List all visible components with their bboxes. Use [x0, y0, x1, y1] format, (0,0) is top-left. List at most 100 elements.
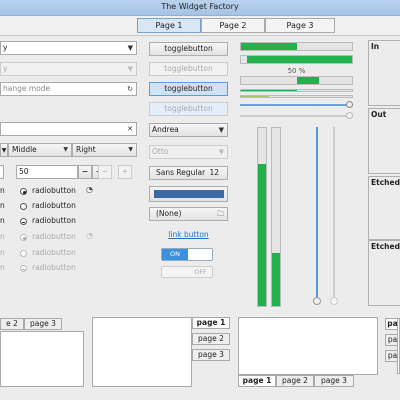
file-chooser-button[interactable]: (None) 🗀 — [149, 207, 228, 221]
frame-etched-out-label: Etched c — [371, 242, 400, 251]
combo-box-2: y ▼ — [0, 62, 137, 76]
scale-vertical-2-handle — [330, 297, 338, 305]
chevron-down-icon: ▼ — [127, 65, 133, 73]
progress-bar-2 — [240, 55, 353, 64]
radio-row: n radiobutton — [0, 248, 137, 260]
radio-button-label: radiobutton — [32, 186, 76, 195]
spin-decrement-button[interactable]: − — [78, 165, 92, 179]
radio-button[interactable] — [20, 218, 27, 225]
togglebutton-1[interactable]: togglebutton — [149, 42, 228, 56]
level-bar-2 — [240, 95, 353, 98]
togglebutton-4: togglebutton — [149, 102, 228, 116]
tab-page-1[interactable]: Page 1 — [137, 18, 201, 33]
level-bar-2-fill — [241, 96, 269, 97]
scale-vertical-1[interactable] — [316, 127, 318, 302]
align-right-button[interactable]: Right ▼ — [72, 143, 137, 157]
combo-box-1-value: y — [3, 43, 8, 52]
spin-value: 50 — [19, 167, 29, 176]
scale-vertical-2 — [333, 127, 335, 302]
radio-row[interactable]: n radiobutton ◔ — [0, 185, 137, 198]
window-title: The Widget Factory — [161, 2, 239, 11]
search-entry[interactable]: ✕ — [0, 122, 137, 136]
progress-bar-3 — [240, 76, 353, 85]
color-button[interactable] — [149, 186, 228, 202]
link-button[interactable]: link button — [149, 230, 228, 239]
radio-button-label: radiobutton — [32, 216, 76, 225]
chevron-down-icon: ▼ — [1, 147, 7, 154]
radio-button-label: radiobutton — [32, 263, 76, 272]
folder-icon: 🗀 — [217, 210, 224, 218]
combo-andrea[interactable]: Andrea ▼ — [149, 123, 228, 137]
radio-row: n radiobutton — [0, 263, 137, 275]
spinner-icon: ◔ — [86, 185, 93, 194]
entry-field[interactable]: hange mode ↻ — [0, 82, 137, 96]
radio-fragment-label: n — [0, 216, 5, 225]
notebook-1-tab-2[interactable]: e 2 — [0, 318, 24, 330]
tab-page-3[interactable]: Page 3 — [265, 18, 335, 33]
level-bar-1-fill — [241, 90, 297, 91]
notebook-3-tab-2[interactable]: page 2 — [276, 375, 314, 387]
frame-etched-in-label: Etched i — [371, 178, 400, 187]
align-middle-button[interactable]: Middle ▼ — [8, 143, 72, 157]
chevron-down-icon: ▼ — [63, 146, 68, 153]
notebook-3-page — [238, 317, 378, 375]
switch-on-label: ON — [162, 249, 188, 260]
notebook-3-tab-3[interactable]: page 3 — [314, 375, 354, 387]
radio-button[interactable] — [20, 188, 27, 195]
scale-horizontal-2 — [240, 115, 353, 117]
combo-otto-value: Otto — [152, 147, 169, 156]
switch-on[interactable]: ON — [161, 248, 213, 261]
radio-button — [20, 250, 27, 257]
scale-horizontal-1[interactable] — [240, 104, 353, 106]
entry-placeholder: hange mode — [3, 84, 51, 93]
notebook-2-tab-3[interactable]: page 3 — [192, 349, 230, 361]
notebook-1-page — [0, 331, 84, 387]
radio-fragment-label: n — [0, 186, 5, 195]
scale-horizontal-2-handle — [346, 112, 353, 119]
togglebutton-3[interactable]: togglebutton — [149, 82, 228, 96]
combo-andrea-value: Andrea — [152, 125, 179, 134]
switch-off: OFF — [161, 266, 213, 278]
tab-page-2[interactable]: Page 2 — [201, 18, 265, 33]
frame-in-label: In — [371, 42, 380, 51]
align-left-button[interactable]: ▼ — [0, 143, 8, 157]
spin-button[interactable]: 50 — [16, 165, 78, 179]
radio-button-label: radiobutton — [32, 232, 76, 241]
radio-fragment-label: n — [0, 248, 5, 257]
chevron-down-icon: ▼ — [128, 146, 133, 153]
font-button[interactable]: Sans Regular 12 — [149, 166, 228, 180]
chevron-down-icon: ▼ — [218, 148, 224, 156]
combo-otto: Otto ▼ — [149, 145, 228, 159]
radio-fragment-label: n — [0, 263, 5, 272]
font-size: 12 — [209, 168, 219, 177]
chevron-down-icon: ▼ — [218, 126, 224, 134]
notebook-3-tab-1[interactable]: page 1 — [238, 375, 276, 387]
notebook-2-tab-1[interactable]: page 1 — [192, 317, 230, 329]
progress-vertical-1 — [257, 127, 267, 307]
radio-fragment-label: n — [0, 201, 5, 210]
radio-fragment-label: n — [0, 232, 5, 241]
progress-bar-2-fill — [246, 56, 352, 63]
color-swatch — [154, 190, 224, 198]
combo-box-1[interactable]: y ▼ — [0, 41, 137, 55]
radio-button[interactable] — [20, 203, 27, 210]
refresh-icon[interactable]: ↻ — [127, 83, 133, 95]
radio-row[interactable]: n radiobutton — [0, 216, 137, 228]
spin-fragment — [0, 165, 4, 179]
progress-vertical-2-fill — [272, 252, 280, 306]
align-middle-label: Middle — [12, 145, 37, 154]
radio-row[interactable]: n radiobutton — [0, 201, 137, 213]
scale-horizontal-1-handle[interactable] — [346, 101, 353, 108]
progress-vertical-2 — [271, 127, 281, 307]
notebook-2-tab-2[interactable]: page 2 — [192, 333, 230, 345]
combo-box-2-value: y — [3, 64, 8, 73]
font-name: Sans Regular — [156, 168, 206, 177]
radio-button-label: radiobutton — [32, 201, 76, 210]
scale-vertical-1-handle[interactable] — [313, 297, 321, 305]
notebook-1-tab-3[interactable]: page 3 — [24, 318, 62, 330]
progress-bar-3-label: 50 % — [287, 67, 306, 75]
spinner-icon: ◔ — [86, 231, 93, 240]
radio-row: n radiobutton ◔ — [0, 231, 137, 244]
progress-bar-3-fill — [297, 77, 320, 84]
clear-icon[interactable]: ✕ — [127, 123, 133, 135]
